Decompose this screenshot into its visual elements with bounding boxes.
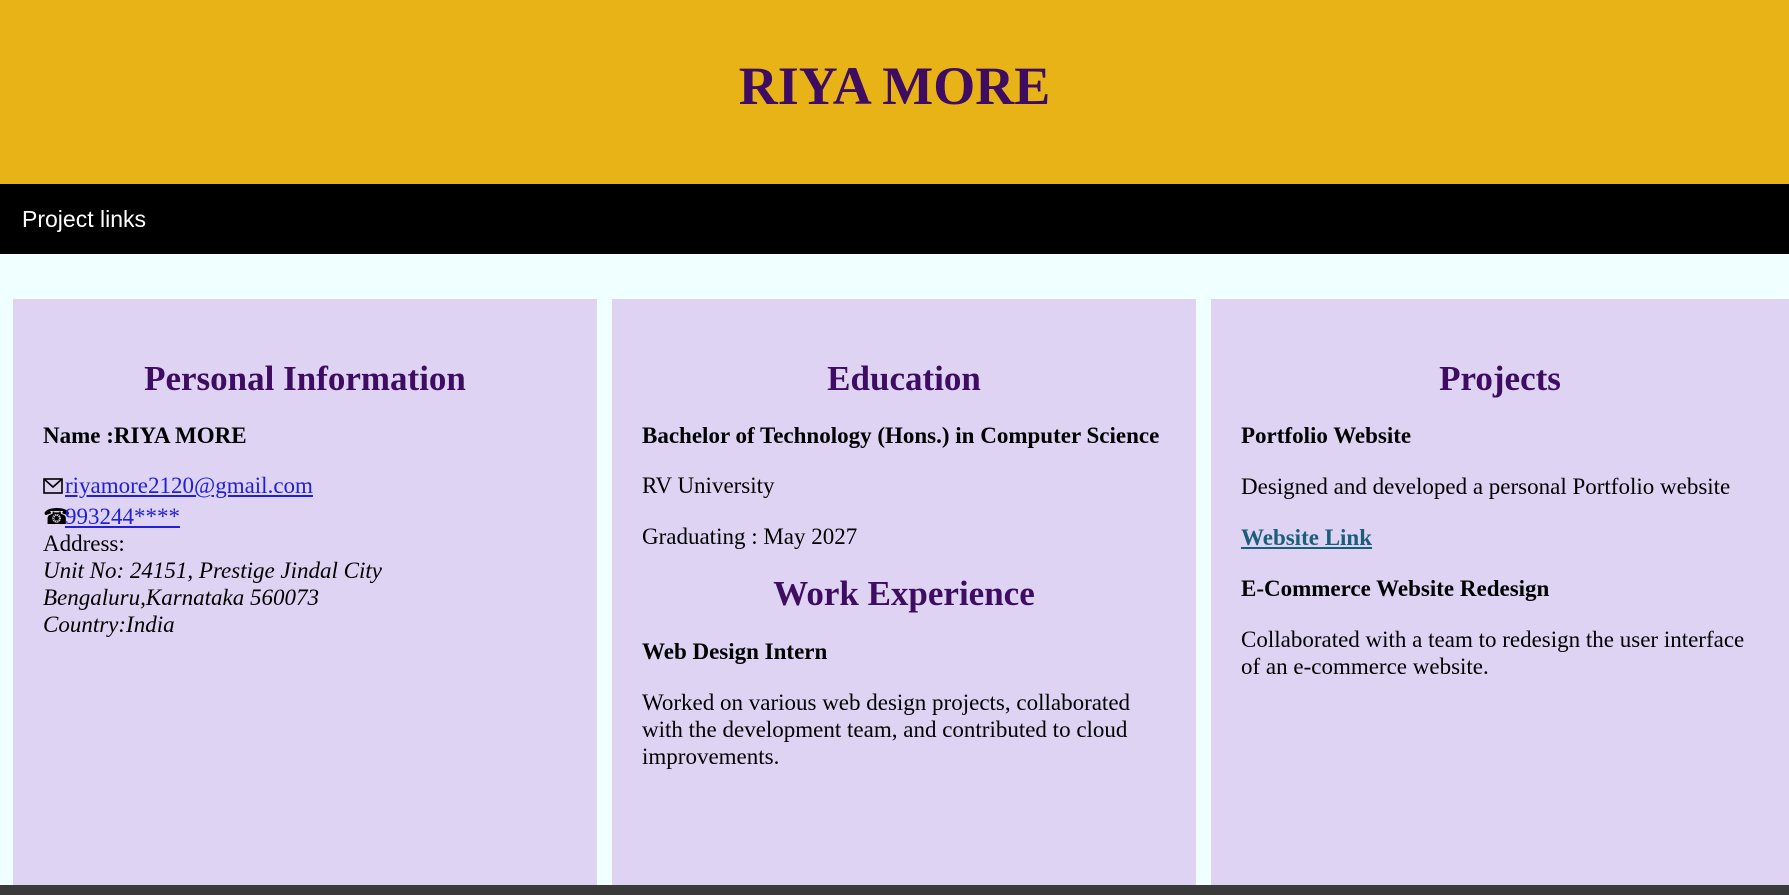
project-description: Collaborated with a team to redesign the… bbox=[1241, 627, 1745, 680]
envelope-icon bbox=[43, 472, 65, 499]
navbar: Project links bbox=[0, 184, 1789, 254]
nav-link-project-links[interactable]: Project links bbox=[22, 206, 146, 233]
projects-card: Projects Portfolio Website Designed and … bbox=[1211, 299, 1789, 885]
work-experience-heading: Work Experience bbox=[773, 574, 1035, 614]
page-title: RIYA MORE bbox=[738, 56, 1051, 116]
personal-information-heading: Personal Information bbox=[144, 359, 466, 398]
personal-information-card: Personal Information Name :RIYA MORE riy… bbox=[13, 299, 597, 885]
project-title: Portfolio Website bbox=[1241, 423, 1412, 449]
name-label: Name :RIYA MORE bbox=[43, 423, 247, 449]
page-header: RIYA MORE bbox=[0, 0, 1789, 184]
phone-link[interactable]: 993244**** bbox=[65, 504, 180, 529]
project-title: E-Commerce Website Redesign bbox=[1241, 576, 1550, 602]
education-card: Education Bachelor of Technology (Hons.)… bbox=[612, 299, 1196, 885]
address-line-3: Country:India bbox=[43, 612, 175, 638]
address-line-1: Unit No: 24151, Prestige Jindal City bbox=[43, 558, 383, 584]
website-link[interactable]: Website Link bbox=[1241, 525, 1372, 550]
education-heading: Education bbox=[827, 359, 981, 398]
projects-heading: Projects bbox=[1439, 359, 1561, 398]
address-label: Address: bbox=[43, 531, 125, 557]
email-row: riyamore2120@gmail.com bbox=[43, 472, 567, 499]
project-description: Designed and developed a personal Portfo… bbox=[1241, 474, 1731, 500]
degree-title: Bachelor of Technology (Hons.) in Comput… bbox=[642, 423, 1160, 449]
email-link[interactable]: riyamore2120@gmail.com bbox=[65, 473, 313, 498]
university-name: RV University bbox=[642, 473, 775, 499]
address-line-2: Bengaluru,Karnataka 560073 bbox=[43, 585, 319, 611]
phone-row: ☎993244**** bbox=[43, 503, 567, 530]
work-description: Worked on various web design projects, c… bbox=[642, 689, 1131, 769]
telephone-icon: ☎ bbox=[43, 504, 71, 530]
work-role: Web Design Intern bbox=[642, 638, 828, 664]
graduation-date: Graduating : May 2027 bbox=[642, 524, 858, 550]
bottom-edge-bar bbox=[0, 885, 1789, 895]
website-link-row: Website Link bbox=[1241, 524, 1759, 551]
